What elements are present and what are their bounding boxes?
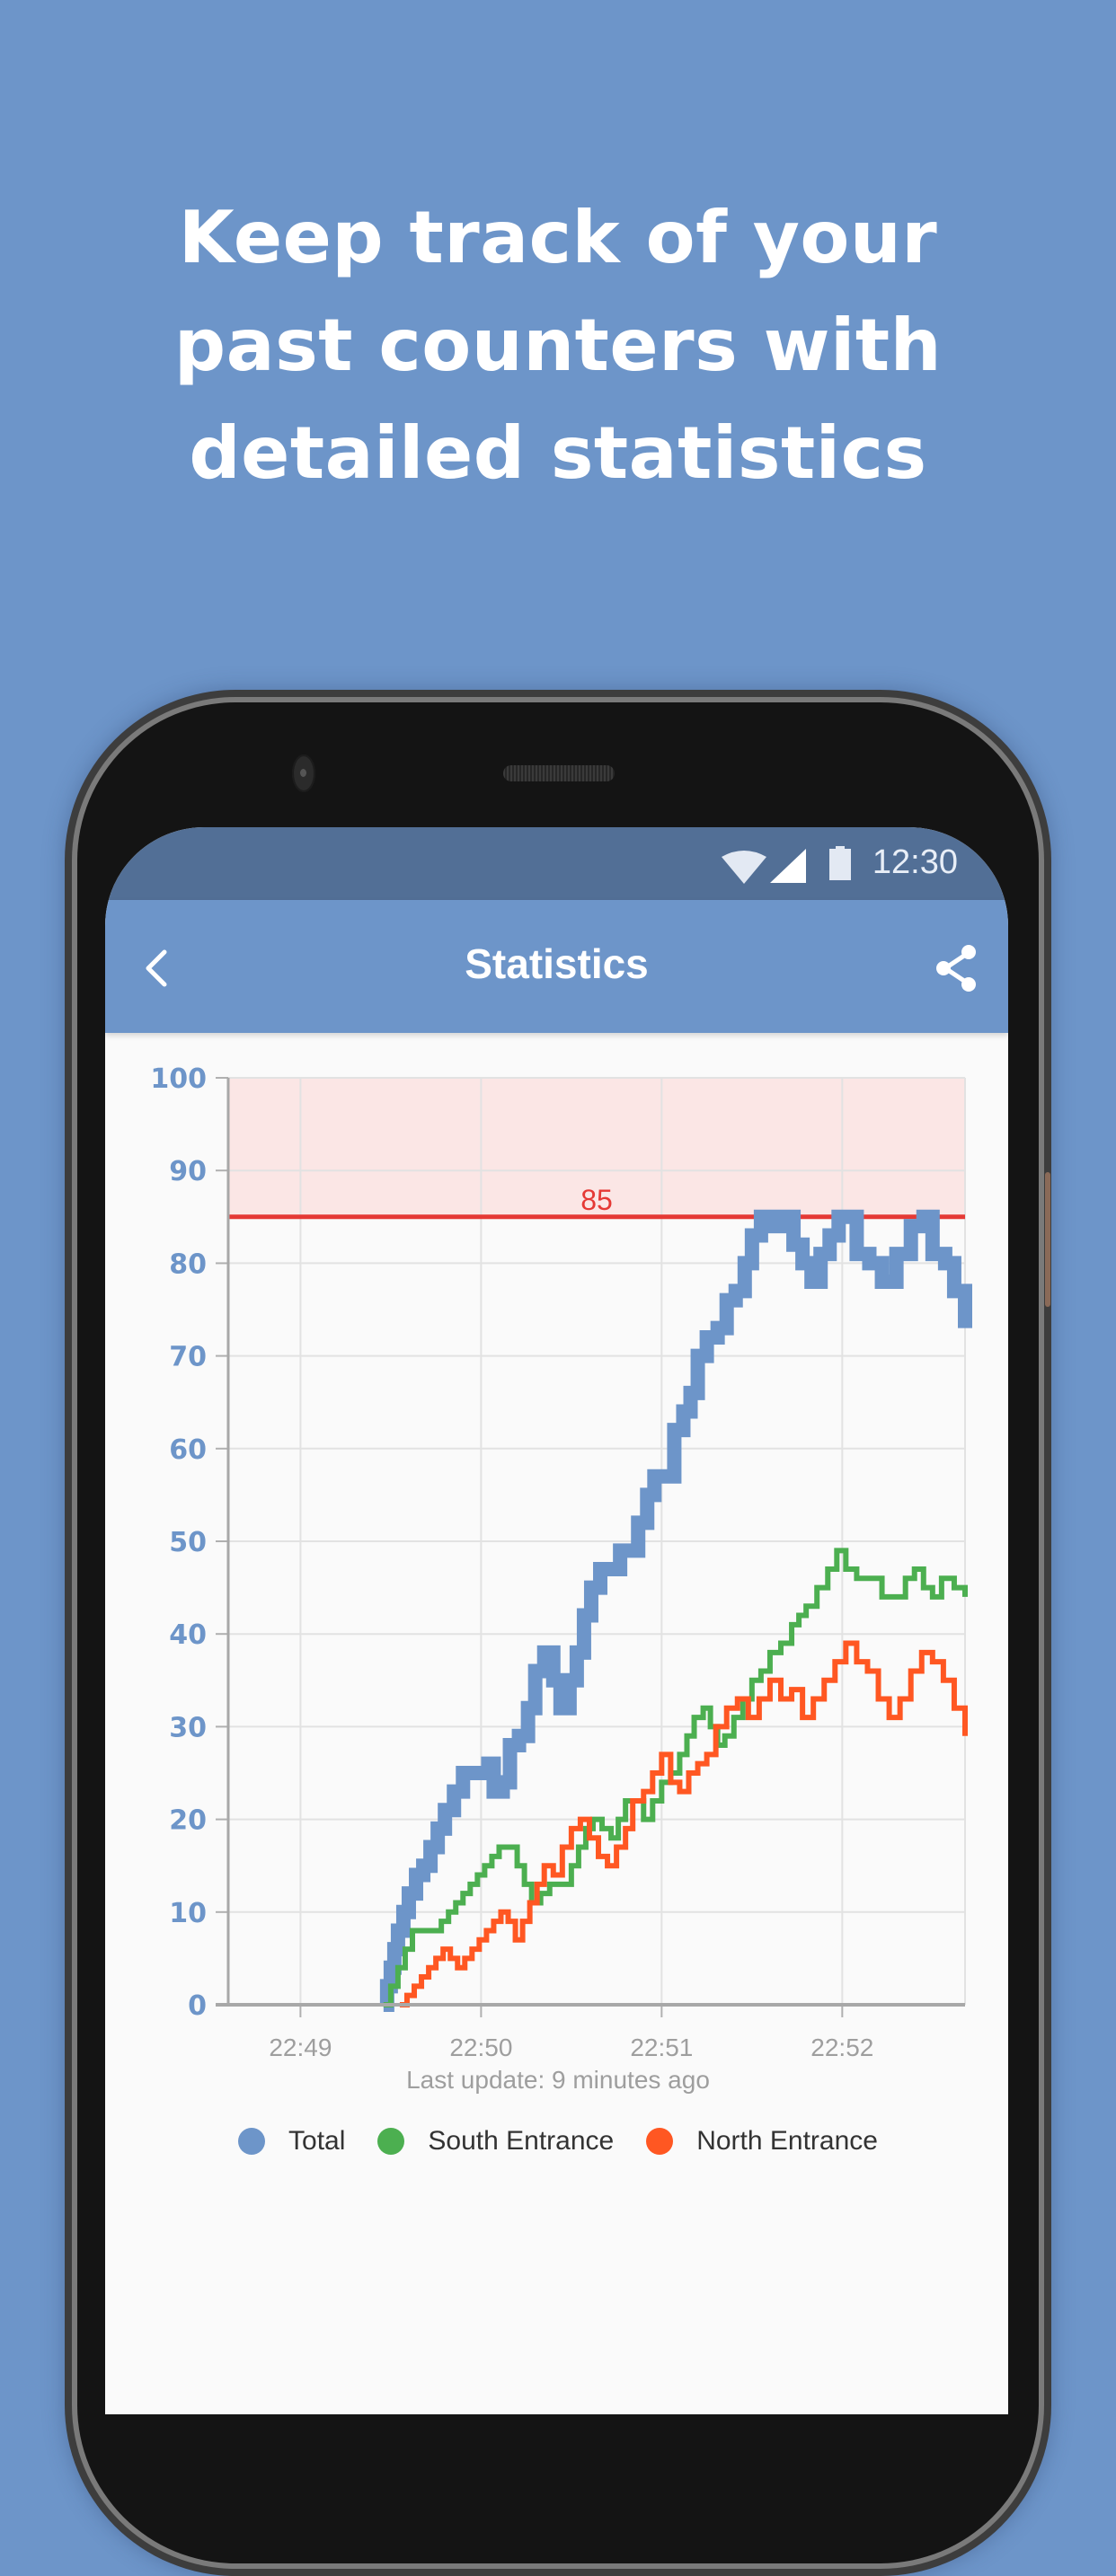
x-tick-label: 22:49 xyxy=(269,2033,332,2061)
y-tick-label: 70 xyxy=(169,1342,207,1373)
chart-legend: Total South Entrance North Entrance xyxy=(0,2126,1116,2157)
legend-item-north-entrance[interactable]: North Entrance xyxy=(646,2126,878,2157)
y-tick-label: 0 xyxy=(188,1990,207,2022)
series-north-entrance xyxy=(399,1640,968,2007)
y-tick-label: 80 xyxy=(169,1248,207,1280)
y-tick-label: 100 xyxy=(150,1063,207,1095)
x-tick-label: 22:51 xyxy=(630,2033,693,2061)
series-north-entrance-line xyxy=(399,1640,968,2007)
y-tick-label: 90 xyxy=(169,1156,207,1187)
legend-label-total: Total xyxy=(288,2126,346,2156)
y-tick-label: 20 xyxy=(169,1805,207,1837)
x-tick-label: 22:52 xyxy=(810,2033,873,2061)
legend-label-north-entrance: North Entrance xyxy=(696,2126,878,2156)
y-tick-label: 50 xyxy=(169,1527,207,1558)
legend-dot-south-entrance xyxy=(377,2128,405,2155)
x-tick-label: 22:50 xyxy=(449,2033,512,2061)
last-update-text: Last update: 9 minutes ago xyxy=(406,2066,710,2094)
y-tick-label: 40 xyxy=(169,1619,207,1651)
y-tick-label: 30 xyxy=(169,1712,207,1743)
threshold-label: 85 xyxy=(580,1184,613,1216)
legend-item-total[interactable]: Total xyxy=(238,2126,345,2157)
statistics-chart: 85 0 10 20 30 40 50 60 70 80 90 100 22:49 22:50 22:51… xyxy=(150,1063,972,2061)
y-tick-label: 10 xyxy=(169,1898,207,1929)
y-tick-label: 60 xyxy=(169,1434,207,1466)
legend-dot-north-entrance xyxy=(646,2128,674,2155)
legend-dot-total xyxy=(238,2128,266,2155)
legend-label-south-entrance: South Entrance xyxy=(428,2126,615,2156)
legend-item-south-entrance[interactable]: South Entrance xyxy=(377,2126,614,2157)
